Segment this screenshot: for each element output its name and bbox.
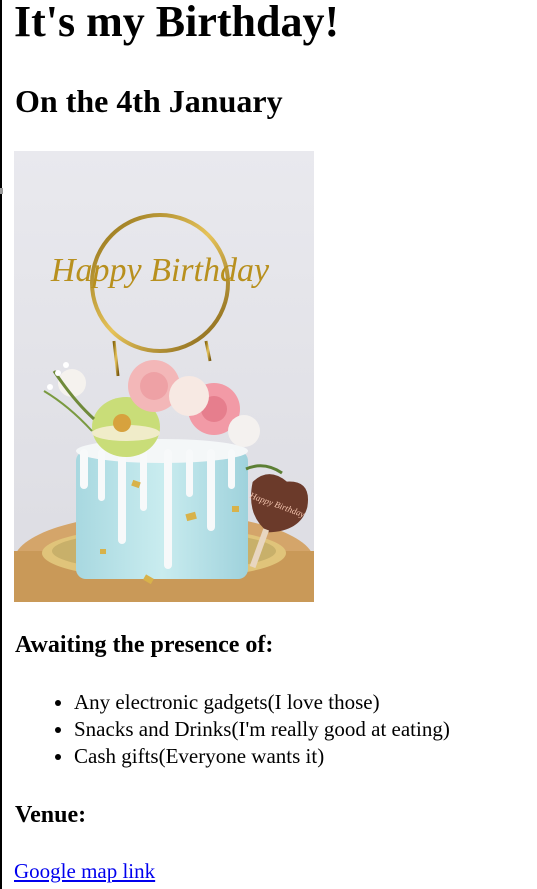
wishlist: Any electronic gadgets(I love those) Sna… [0,689,450,770]
page-subtitle: On the 4th January [15,83,283,119]
list-item: Cash gifts(Everyone wants it) [74,743,450,770]
list-item: Snacks and Drinks(I'm really good at eat… [74,716,450,743]
scroll-marker [0,188,3,194]
awaiting-heading: Awaiting the presence of: [15,632,274,658]
page-title: It's my Birthday! [14,0,340,46]
topper-text: Happy Birthday [50,252,270,289]
venue-heading: Venue: [15,802,87,828]
birthday-cake-photo: Happy Birthday Happy Birthday [14,151,314,602]
google-map-link[interactable]: Google map link [14,858,155,885]
list-item: Any electronic gadgets(I love those) [74,689,450,716]
